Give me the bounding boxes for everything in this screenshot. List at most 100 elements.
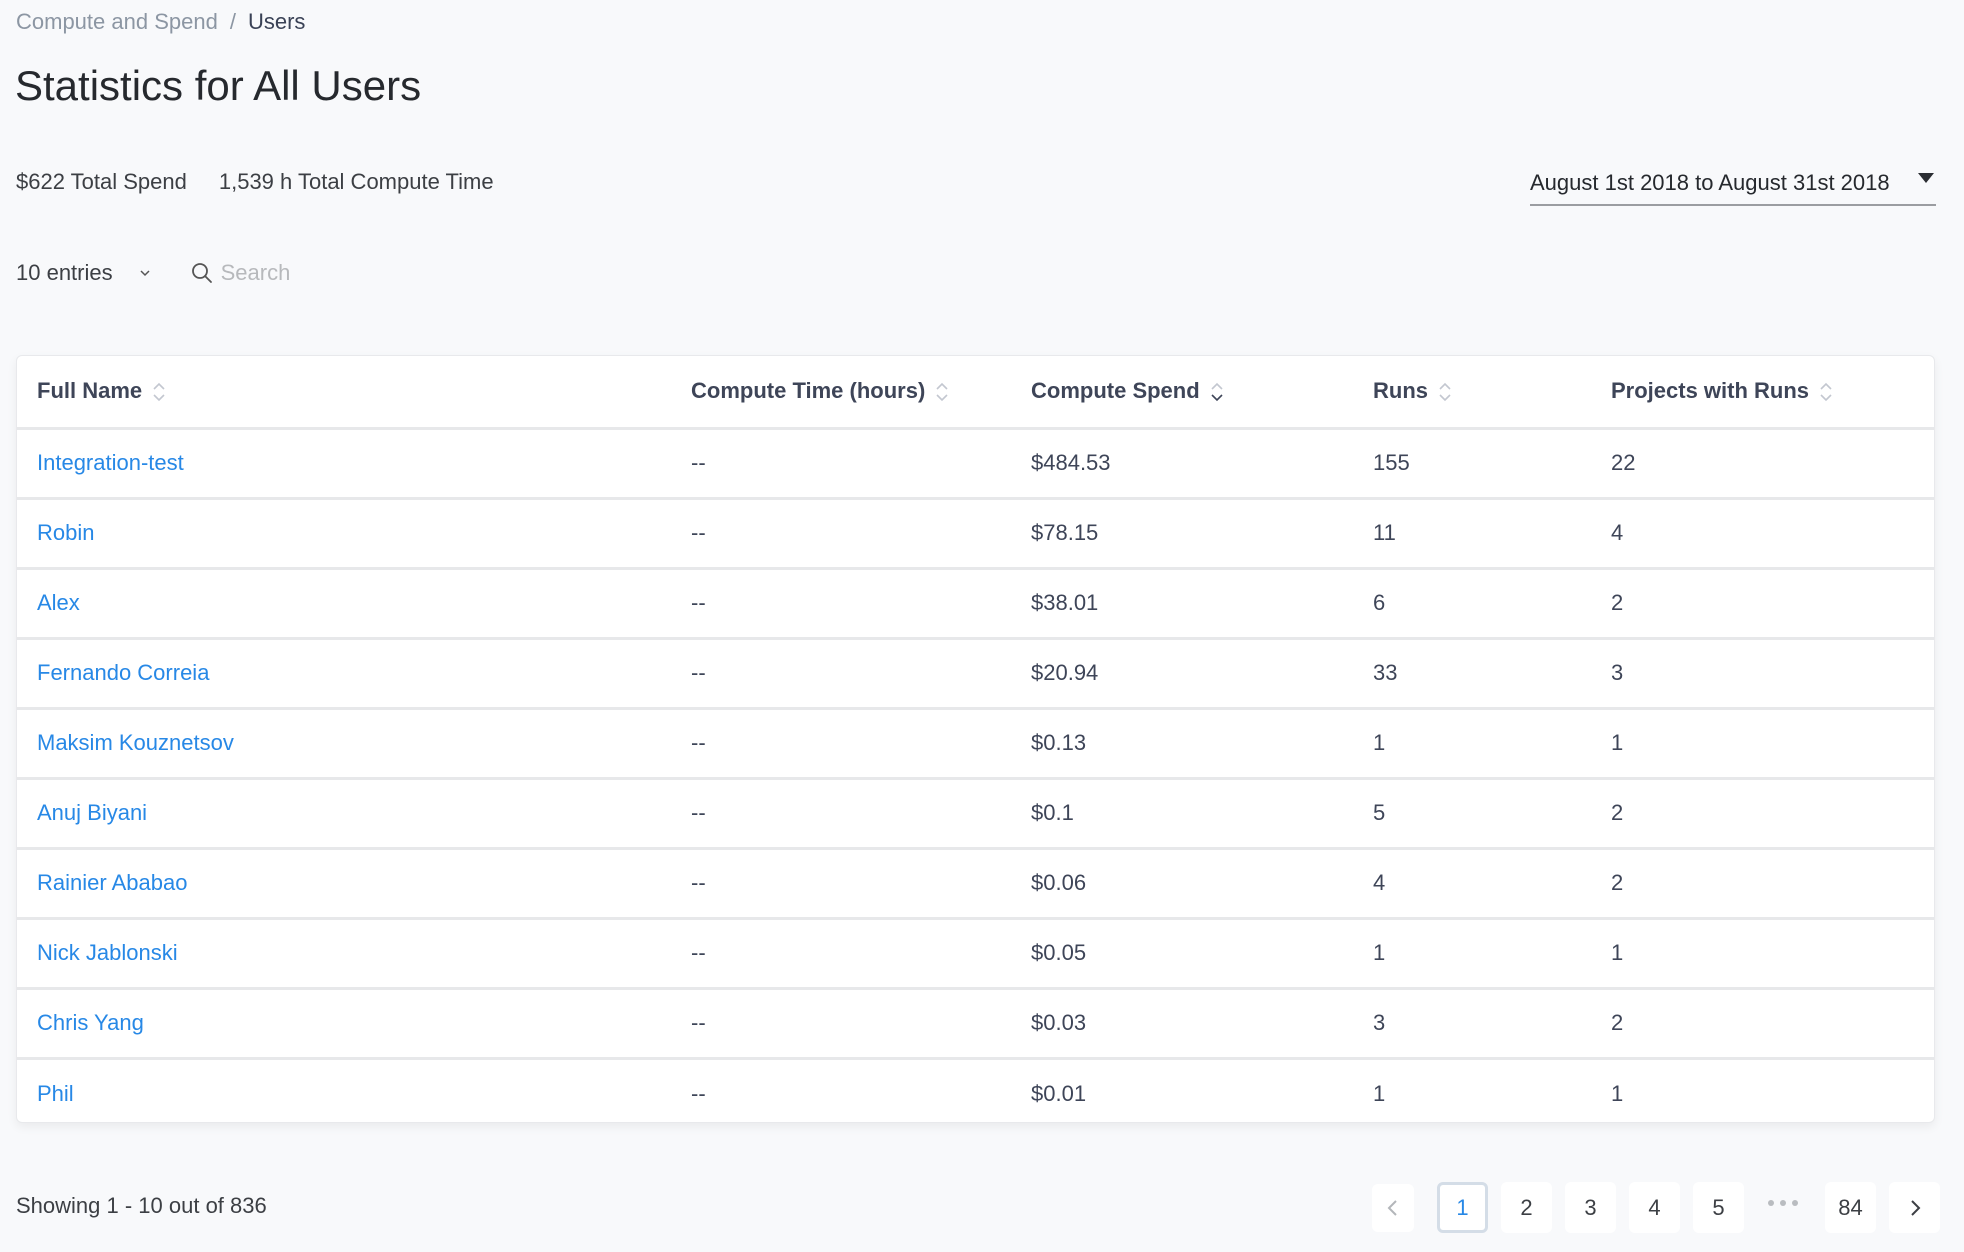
summary-stats: $622 Total Spend 1,539 h Total Compute T… bbox=[16, 167, 494, 197]
search-input[interactable] bbox=[220, 260, 421, 286]
compute-spend-cell: $0.13 bbox=[1011, 708, 1353, 780]
page-button-3[interactable]: 3 bbox=[1565, 1182, 1616, 1233]
projects-cell: 1 bbox=[1591, 918, 1934, 990]
breadcrumb: Compute and Spend / Users bbox=[16, 8, 305, 36]
ellipsis-dot bbox=[1768, 1199, 1774, 1206]
column-header-compute-time[interactable]: Compute Time (hours) bbox=[671, 356, 1011, 430]
sort-icon bbox=[153, 383, 165, 402]
user-name-link[interactable]: Alex bbox=[37, 590, 80, 615]
table-row: Chris Yang -- $0.03 3 2 bbox=[17, 988, 1934, 1060]
runs-cell: 33 bbox=[1353, 638, 1591, 710]
table-row: Phil -- $0.01 1 1 bbox=[17, 1058, 1934, 1122]
column-header-label: Projects with Runs bbox=[1611, 378, 1810, 404]
table-row: Anuj Biyani -- $0.1 5 2 bbox=[17, 778, 1934, 850]
column-header-projects-with-runs[interactable]: Projects with Runs bbox=[1591, 356, 1934, 430]
compute-time-cell: -- bbox=[691, 1080, 706, 1106]
projects-cell: 2 bbox=[1591, 988, 1934, 1060]
table-row: Maksim Kouznetsov -- $0.13 1 1 bbox=[17, 708, 1934, 780]
compute-time-cell: -- bbox=[671, 988, 1011, 1060]
runs-cell: 6 bbox=[1353, 568, 1591, 640]
projects-cell: 1 bbox=[1611, 1080, 1624, 1106]
user-name-link[interactable]: Chris Yang bbox=[37, 1010, 144, 1035]
date-range-dropdown[interactable]: August 1st 2018 to August 31st 2018 bbox=[1530, 162, 1936, 206]
user-name-link[interactable]: Anuj Biyani bbox=[37, 800, 147, 825]
table-controls: 10 entries bbox=[16, 256, 421, 290]
projects-cell: 2 bbox=[1591, 568, 1934, 640]
projects-cell: 2 bbox=[1591, 848, 1934, 920]
pagination: 12345 84 bbox=[1372, 1182, 1940, 1233]
compute-spend-cell: $38.01 bbox=[1011, 568, 1353, 640]
sort-icon bbox=[936, 383, 948, 402]
page-button-1[interactable]: 1 bbox=[1437, 1182, 1488, 1233]
full-name-cell: Maksim Kouznetsov bbox=[17, 708, 671, 780]
entries-per-page-select[interactable]: 10 entries bbox=[16, 260, 153, 286]
full-name-cell: Integration-test bbox=[17, 428, 671, 500]
column-header-full-name[interactable]: Full Name bbox=[17, 356, 671, 430]
projects-cell: 1 bbox=[1591, 708, 1934, 780]
column-header-runs[interactable]: Runs bbox=[1353, 356, 1591, 430]
full-name-cell: Fernando Correia bbox=[17, 638, 671, 710]
page-button-2[interactable]: 2 bbox=[1501, 1182, 1552, 1233]
full-name-cell: Nick Jablonski bbox=[17, 918, 671, 990]
chevron-down-icon bbox=[140, 270, 150, 277]
table-row: Alex -- $38.01 6 2 bbox=[17, 568, 1934, 640]
column-header-compute-spend[interactable]: Compute Spend bbox=[1011, 356, 1353, 430]
page-button-5[interactable]: 5 bbox=[1693, 1182, 1744, 1233]
compute-time-cell: -- bbox=[671, 568, 1011, 640]
column-header-label: Full Name bbox=[37, 378, 143, 404]
user-name-link[interactable]: Maksim Kouznetsov bbox=[37, 730, 234, 755]
users-table-card: Full Name Compute Time (hours) Compute Spe… bbox=[16, 355, 1935, 1123]
page-button-last[interactable]: 84 bbox=[1825, 1182, 1876, 1233]
page-button-4[interactable]: 4 bbox=[1629, 1182, 1680, 1233]
column-header-label: Compute Spend bbox=[1031, 378, 1200, 404]
table-row: Integration-test -- $484.53 155 22 bbox=[17, 428, 1934, 500]
full-name-cell: Phil bbox=[17, 1058, 671, 1122]
projects-cell: 3 bbox=[1591, 638, 1934, 710]
full-name-cell: Chris Yang bbox=[17, 988, 671, 1060]
search-icon bbox=[191, 263, 212, 283]
table-body: Integration-test -- $484.53 155 22 Robin -- $78… bbox=[17, 428, 1934, 1122]
total-spend: $622 Total Spend bbox=[16, 169, 187, 194]
runs-cell: 5 bbox=[1353, 778, 1591, 850]
runs-cell: 1 bbox=[1353, 918, 1591, 990]
next-page-button[interactable] bbox=[1889, 1182, 1940, 1233]
entries-label: 10 entries bbox=[16, 260, 113, 285]
user-name-link[interactable]: Nick Jablonski bbox=[37, 940, 178, 965]
table-row: Nick Jablonski -- $0.05 1 1 bbox=[17, 918, 1934, 990]
user-name-link[interactable]: Fernando Correia bbox=[37, 660, 209, 685]
compute-spend-cell: $0.06 bbox=[1011, 848, 1353, 920]
runs-cell: 3 bbox=[1353, 988, 1591, 1060]
pagination-ellipsis bbox=[1753, 1199, 1813, 1206]
compute-spend-cell: $0.1 bbox=[1011, 778, 1353, 850]
full-name-cell: Rainier Ababao bbox=[17, 848, 671, 920]
breadcrumb-separator: / bbox=[229, 9, 236, 34]
full-name-cell: Anuj Biyani bbox=[17, 778, 671, 850]
projects-cell: 4 bbox=[1591, 498, 1934, 570]
runs-cell: 1 bbox=[1353, 708, 1591, 780]
runs-cell: 155 bbox=[1353, 428, 1591, 500]
users-table: Full Name Compute Time (hours) Compute Spe… bbox=[17, 356, 1934, 1122]
chevron-right-icon bbox=[1910, 1199, 1920, 1216]
user-name-link[interactable]: Rainier Ababao bbox=[37, 870, 187, 895]
runs-cell: 11 bbox=[1353, 498, 1591, 570]
page: Compute and Spend / Users Statistics for… bbox=[0, 0, 1964, 1252]
runs-cell: 1 bbox=[1373, 1080, 1386, 1106]
sort-icon bbox=[1820, 383, 1832, 402]
prev-page-button[interactable] bbox=[1372, 1183, 1414, 1232]
caret-down-icon bbox=[1918, 173, 1934, 183]
compute-time-cell: -- bbox=[671, 498, 1011, 570]
compute-spend-cell: $0.03 bbox=[1011, 988, 1353, 1060]
user-name-link[interactable]: Integration-test bbox=[37, 450, 184, 475]
full-name-cell: Alex bbox=[17, 568, 671, 640]
breadcrumb-compute-and-spend[interactable]: Compute and Spend bbox=[16, 8, 218, 36]
chevron-left-icon bbox=[1387, 1199, 1397, 1216]
sort-icon bbox=[1439, 383, 1451, 402]
user-name-link[interactable]: Robin bbox=[37, 520, 94, 545]
search-box bbox=[191, 260, 421, 286]
column-header-label: Compute Time (hours) bbox=[691, 378, 926, 404]
compute-time-cell: -- bbox=[671, 778, 1011, 850]
compute-time-cell: -- bbox=[671, 428, 1011, 500]
user-name-link[interactable]: Phil bbox=[37, 1081, 74, 1106]
projects-cell: 2 bbox=[1591, 778, 1934, 850]
ellipsis-dot bbox=[1792, 1199, 1798, 1206]
